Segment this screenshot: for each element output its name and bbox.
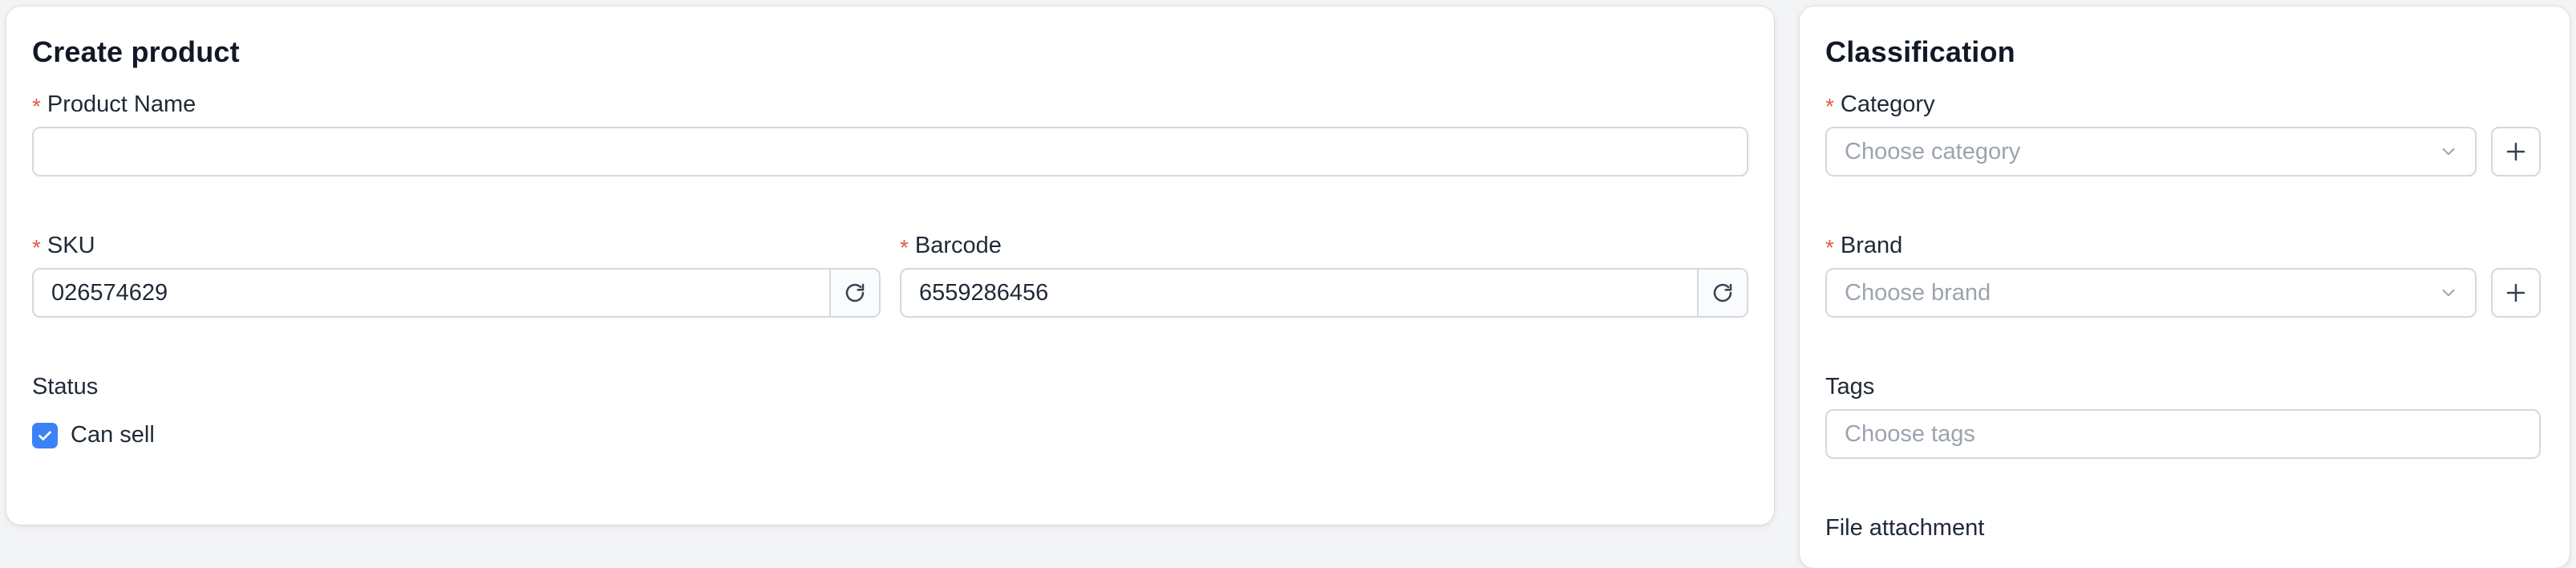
can-sell-checkbox[interactable] bbox=[32, 422, 58, 448]
classification-card: Classification * Category Choose categor… bbox=[1800, 6, 2570, 568]
category-select[interactable]: Choose category bbox=[1825, 127, 2477, 176]
can-sell-checkbox-row[interactable]: Can sell bbox=[32, 422, 155, 448]
brand-placeholder: Choose brand bbox=[1845, 279, 1991, 306]
required-marker: * bbox=[1825, 234, 1834, 260]
category-label-text: Category bbox=[1840, 91, 1935, 117]
refresh-icon bbox=[1713, 283, 1732, 302]
file-attachment-label: File attachment bbox=[1825, 515, 1984, 542]
add-category-button[interactable] bbox=[2491, 127, 2541, 176]
category-label: * Category bbox=[1825, 91, 1935, 119]
check-icon bbox=[38, 431, 51, 440]
classification-title: Classification bbox=[1825, 35, 2015, 68]
required-marker: * bbox=[32, 93, 41, 119]
barcode-input-group: 6559286456 bbox=[900, 268, 1748, 318]
sku-input[interactable]: 026574629 bbox=[34, 270, 829, 316]
sku-label: * SKU bbox=[32, 233, 95, 260]
barcode-input[interactable]: 6559286456 bbox=[901, 270, 1697, 316]
create-product-title: Create product bbox=[32, 35, 240, 68]
sku-input-group: 026574629 bbox=[32, 268, 881, 318]
chevron-down-icon bbox=[2442, 289, 2455, 297]
tags-label: Tags bbox=[1825, 374, 1874, 400]
sku-regenerate-button[interactable] bbox=[829, 270, 879, 316]
create-product-card: Create product * Product Name * SKU 0265… bbox=[6, 6, 1774, 525]
required-marker: * bbox=[1825, 93, 1834, 119]
sku-label-text: SKU bbox=[47, 233, 95, 258]
barcode-regenerate-button[interactable] bbox=[1697, 270, 1747, 316]
file-attachment-label-text: File attachment bbox=[1825, 515, 1985, 541]
product-name-label-text: Product Name bbox=[47, 91, 196, 117]
tags-placeholder: Choose tags bbox=[1845, 420, 1975, 447]
required-marker: * bbox=[900, 234, 909, 260]
category-placeholder: Choose category bbox=[1845, 138, 2021, 164]
tags-input[interactable]: Choose tags bbox=[1825, 409, 2541, 459]
plus-icon bbox=[2506, 283, 2525, 302]
plus-icon bbox=[2506, 142, 2525, 161]
status-label-text: Status bbox=[32, 374, 99, 400]
tags-label-text: Tags bbox=[1825, 374, 1875, 400]
brand-select[interactable]: Choose brand bbox=[1825, 268, 2477, 318]
chevron-down-icon bbox=[2442, 148, 2455, 156]
refresh-icon bbox=[845, 283, 865, 302]
required-marker: * bbox=[32, 234, 41, 260]
add-brand-button[interactable] bbox=[2491, 268, 2541, 318]
product-name-input[interactable] bbox=[32, 127, 1748, 176]
product-name-label: * Product Name bbox=[32, 91, 196, 119]
brand-label-text: Brand bbox=[1840, 233, 1903, 258]
barcode-label-text: Barcode bbox=[914, 233, 1002, 258]
brand-label: * Brand bbox=[1825, 233, 1903, 260]
can-sell-label: Can sell bbox=[71, 422, 155, 448]
barcode-label: * Barcode bbox=[900, 233, 1002, 260]
status-label: Status bbox=[32, 374, 98, 400]
